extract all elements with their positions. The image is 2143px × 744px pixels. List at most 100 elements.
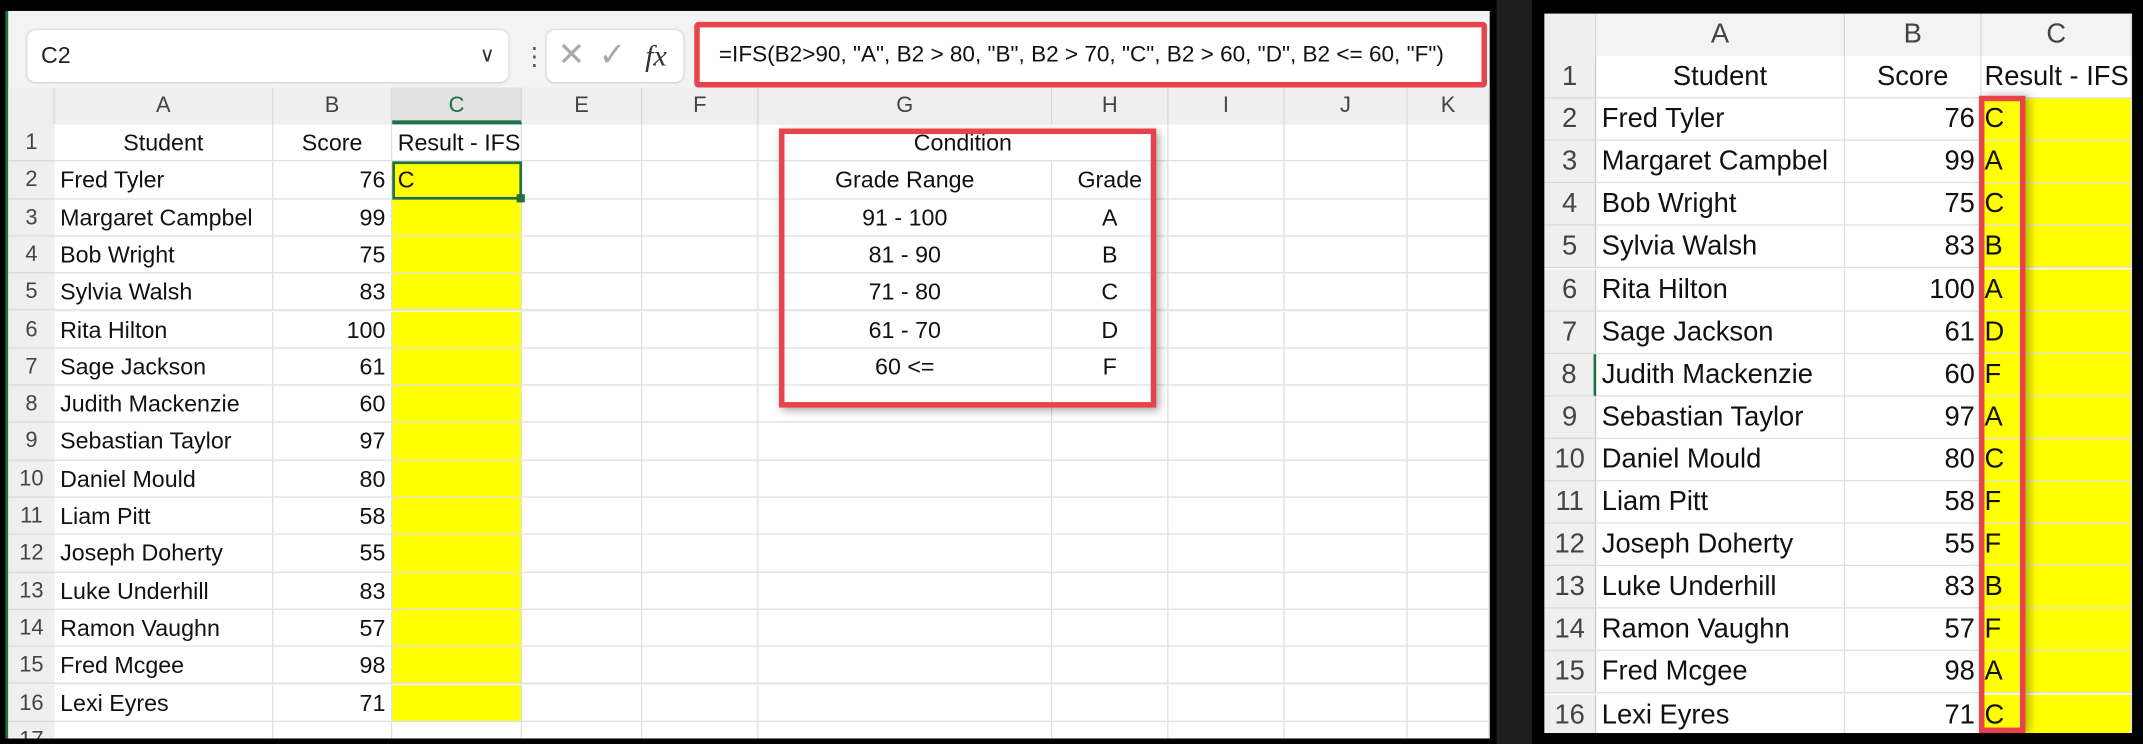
cell-F13[interactable] — [642, 572, 759, 610]
cell-K8[interactable] — [1407, 385, 1490, 424]
cell-A4[interactable]: Bob Wright — [54, 236, 274, 274]
cell-B6[interactable]: 100 — [273, 311, 393, 349]
cell-B13[interactable]: 83 — [273, 572, 393, 610]
cell-A11[interactable]: Liam Pitt — [1596, 481, 1846, 524]
cell-C8[interactable]: F — [1981, 353, 2133, 397]
row-header-12[interactable]: 12 — [8, 535, 55, 573]
cell-B9[interactable]: 97 — [273, 423, 393, 461]
cell-F14[interactable] — [642, 609, 759, 648]
cell-I6[interactable] — [1168, 311, 1285, 349]
condition-title[interactable]: Condition — [758, 124, 1169, 162]
cell-B14[interactable]: 57 — [273, 609, 393, 648]
cell-C3[interactable] — [392, 199, 523, 237]
row-header-5[interactable]: 5 — [8, 273, 55, 312]
cell-C3[interactable]: A — [1981, 141, 2133, 184]
cell-B17[interactable] — [273, 721, 393, 739]
row-header-15[interactable]: 15 — [1544, 651, 1597, 695]
cell-A11[interactable]: Liam Pitt — [54, 497, 274, 536]
column-header-I[interactable]: I — [1168, 87, 1285, 125]
cell-I3[interactable] — [1168, 199, 1285, 237]
cell-G2[interactable]: Grade Range — [758, 161, 1053, 200]
cell-I13[interactable] — [1168, 572, 1285, 610]
cell-F3[interactable] — [642, 199, 759, 237]
cell-B1[interactable]: Score — [273, 124, 393, 162]
cell-K5[interactable] — [1407, 273, 1490, 312]
cell-J11[interactable] — [1284, 497, 1408, 536]
cell-I5[interactable] — [1168, 273, 1285, 312]
cell-I4[interactable] — [1168, 236, 1285, 274]
cell-B16[interactable]: 71 — [1845, 694, 1982, 734]
cell-C4[interactable]: C — [1981, 183, 2133, 227]
cell-H7[interactable]: F — [1052, 348, 1169, 386]
cell-E14[interactable] — [522, 609, 643, 648]
cell-I12[interactable] — [1168, 535, 1285, 573]
cell-H12[interactable] — [1052, 535, 1169, 573]
cell-G14[interactable] — [758, 609, 1053, 648]
cell-C1[interactable]: Result - IFS — [392, 124, 523, 162]
cell-C13[interactable]: B — [1981, 566, 2133, 609]
column-header-E[interactable]: E — [522, 87, 643, 125]
cell-E5[interactable] — [522, 273, 643, 312]
row-header-8[interactable]: 8 — [8, 385, 55, 424]
cell-B1[interactable]: Score — [1845, 56, 1982, 99]
cell-B4[interactable]: 75 — [1845, 183, 1982, 227]
cell-B3[interactable]: 99 — [1845, 141, 1982, 184]
cell-H11[interactable] — [1052, 497, 1169, 536]
cell-J10[interactable] — [1284, 460, 1408, 498]
cell-I8[interactable] — [1168, 385, 1285, 424]
cell-F10[interactable] — [642, 460, 759, 498]
cell-A16[interactable]: Lexi Eyres — [54, 684, 274, 722]
more-options-icon[interactable]: ⋮ — [522, 30, 547, 82]
row-header-16[interactable]: 16 — [1544, 694, 1597, 734]
row-header-1[interactable]: 1 — [8, 124, 55, 162]
row-header-10[interactable]: 10 — [8, 460, 55, 498]
column-header-B[interactable]: B — [1845, 13, 1982, 57]
cell-F16[interactable] — [642, 684, 759, 722]
cell-F4[interactable] — [642, 236, 759, 274]
cell-G3[interactable]: 91 - 100 — [758, 199, 1053, 237]
cell-J17[interactable] — [1284, 721, 1408, 739]
row-header-13[interactable]: 13 — [1544, 566, 1597, 609]
cell-C11[interactable]: F — [1981, 481, 2133, 524]
row-header-6[interactable]: 6 — [1544, 268, 1597, 312]
cell-B14[interactable]: 57 — [1845, 608, 1982, 652]
column-header-K[interactable]: K — [1407, 87, 1490, 125]
cell-H4[interactable]: B — [1052, 236, 1169, 274]
cell-C10[interactable] — [392, 460, 523, 498]
cell-I16[interactable] — [1168, 684, 1285, 722]
column-header-H[interactable]: H — [1052, 87, 1169, 125]
cell-K7[interactable] — [1407, 348, 1490, 386]
cell-H6[interactable]: D — [1052, 311, 1169, 349]
cell-H13[interactable] — [1052, 572, 1169, 610]
cell-A1[interactable]: Student — [54, 124, 274, 162]
cell-B7[interactable]: 61 — [1845, 311, 1982, 354]
cell-F9[interactable] — [642, 423, 759, 461]
row-header-7[interactable]: 7 — [1544, 311, 1597, 354]
row-header-6[interactable]: 6 — [8, 311, 55, 349]
cell-K11[interactable] — [1407, 497, 1490, 536]
cell-J15[interactable] — [1284, 647, 1408, 685]
select-all-corner[interactable] — [1544, 13, 1597, 57]
cell-E8[interactable] — [522, 385, 643, 424]
cell-K14[interactable] — [1407, 609, 1490, 648]
cell-B8[interactable]: 60 — [1845, 353, 1982, 397]
row-header-14[interactable]: 14 — [8, 609, 55, 648]
cell-C15[interactable]: A — [1981, 651, 2133, 695]
row-header-1[interactable]: 1 — [1544, 56, 1597, 99]
cell-J7[interactable] — [1284, 348, 1408, 386]
cell-A16[interactable]: Lexi Eyres — [1596, 694, 1846, 734]
cell-A1[interactable]: Student — [1596, 56, 1846, 99]
cell-B9[interactable]: 97 — [1845, 396, 1982, 439]
cell-A14[interactable]: Ramon Vaughn — [1596, 608, 1846, 652]
cell-G5[interactable]: 71 - 80 — [758, 273, 1053, 312]
cell-G8[interactable] — [758, 385, 1053, 424]
cell-K2[interactable] — [1407, 161, 1490, 200]
cell-C4[interactable] — [392, 236, 523, 274]
cell-G9[interactable] — [758, 423, 1053, 461]
cell-B10[interactable]: 80 — [1845, 438, 1982, 482]
cell-C9[interactable] — [392, 423, 523, 461]
select-all-corner[interactable] — [8, 87, 55, 125]
cell-A4[interactable]: Bob Wright — [1596, 183, 1846, 227]
row-header-2[interactable]: 2 — [1544, 98, 1597, 142]
cell-J1[interactable] — [1284, 124, 1408, 162]
